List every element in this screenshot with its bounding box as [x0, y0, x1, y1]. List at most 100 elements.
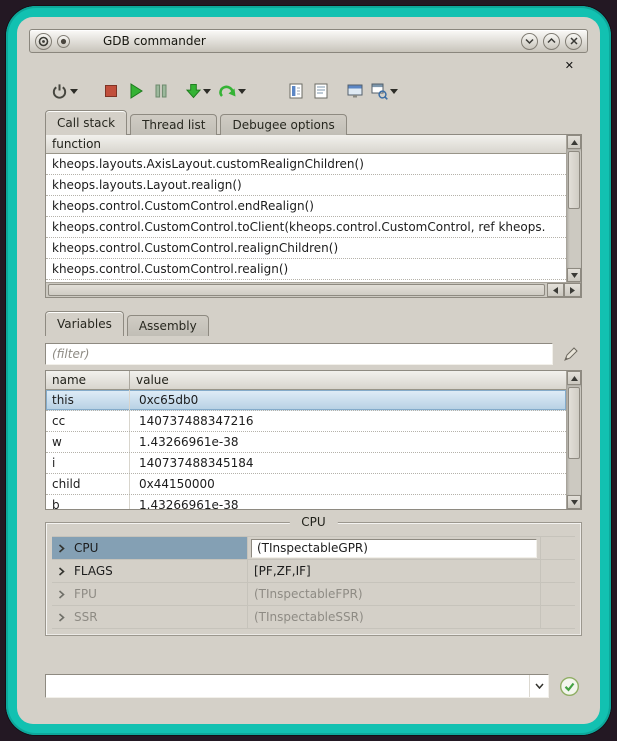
shade-button[interactable] — [521, 33, 538, 50]
power-button[interactable] — [49, 78, 80, 104]
cpu-inspector: CPU (TInspectableGPR) FLAGS [PF,ZF,IF] F… — [52, 536, 575, 629]
evaluate-dropdown[interactable] — [390, 89, 398, 94]
view-target-button[interactable] — [344, 78, 366, 104]
scroll-down-button[interactable] — [567, 268, 581, 282]
variable-name: this — [46, 390, 130, 410]
client-area: ✕ — [29, 57, 588, 712]
variable-row[interactable]: w 1.43266961e-38 — [46, 432, 566, 453]
tab-call-stack[interactable]: Call stack — [45, 110, 127, 135]
command-row — [45, 674, 582, 698]
chevron-down-icon — [525, 37, 534, 45]
filter-input[interactable] — [45, 343, 553, 365]
dock-close-button[interactable]: ✕ — [565, 59, 574, 74]
power-icon — [51, 83, 68, 100]
tab-variables[interactable]: Variables — [45, 311, 124, 336]
app-icon[interactable] — [35, 33, 52, 50]
cpu-row-name[interactable]: CPU — [70, 537, 248, 560]
step-over-button[interactable] — [216, 78, 248, 104]
scroll-up-button[interactable] — [567, 135, 581, 149]
callstack-row[interactable]: kheops.layouts.AxisLayout.customRealignC… — [46, 154, 566, 175]
scrollbar-track[interactable] — [567, 149, 581, 268]
variables-table: name value this 0xc65db0 cc 140737488347… — [46, 371, 566, 509]
callstack-row[interactable]: kheops.control.CustomControl.toClient(kh… — [46, 217, 566, 238]
variable-value: 0xc65db0 — [130, 390, 566, 410]
step-into-button[interactable] — [184, 78, 213, 104]
cpu-row-spacer — [541, 583, 575, 606]
variable-row[interactable]: child 0x44150000 — [46, 474, 566, 495]
expand-chevron-icon[interactable] — [52, 583, 70, 606]
evaluate-button[interactable] — [369, 78, 400, 104]
function-column-header[interactable]: function — [46, 135, 566, 154]
cpu-row-value: (TInspectableFPR) — [248, 583, 541, 606]
cpu-row-name[interactable]: FPU — [70, 583, 248, 606]
scrollbar-thumb[interactable] — [568, 151, 580, 209]
value-column-header[interactable]: value — [130, 371, 566, 390]
variable-row[interactable]: i 140737488345184 — [46, 453, 566, 474]
variable-value: 140737488347216 — [130, 411, 566, 431]
send-command-button[interactable] — [558, 675, 580, 697]
cpu-row-name[interactable]: SSR — [70, 606, 248, 629]
expand-chevron-icon[interactable] — [52, 606, 70, 629]
variable-name: i — [46, 453, 130, 473]
scroll-right-button[interactable] — [564, 283, 581, 297]
cpu-row-value: (TInspectableSSR) — [248, 606, 541, 629]
command-input[interactable] — [46, 675, 529, 697]
filter-edit-button[interactable] — [560, 343, 582, 365]
combo-dropdown-button[interactable] — [529, 675, 548, 697]
name-column-header[interactable]: name — [46, 371, 130, 390]
variable-value: 0x44150000 — [130, 474, 566, 494]
check-circle-icon — [559, 676, 580, 697]
dropdown-chevron-icon — [390, 89, 398, 94]
arrow-up-icon — [571, 140, 578, 145]
gdb-commander-window: GDB commander ✕ — [17, 17, 600, 724]
chevron-right-icon — [58, 567, 65, 576]
horizontal-scrollbar[interactable] — [46, 282, 581, 297]
vertical-scrollbar[interactable] — [566, 135, 581, 282]
cpu-value-text: (TInspectableSSR) — [251, 610, 367, 624]
step-over-dropdown[interactable] — [238, 89, 246, 94]
vertical-scrollbar[interactable] — [566, 371, 581, 509]
call-stack-rows: kheops.layouts.AxisLayout.customRealignC… — [46, 154, 566, 282]
expand-chevron-icon[interactable] — [52, 537, 70, 560]
gdb-command-combobox[interactable] — [45, 674, 549, 698]
arrow-left-icon — [553, 287, 558, 294]
scrollbar-thumb[interactable] — [48, 284, 545, 296]
close-button[interactable] — [565, 33, 582, 50]
tab-debugee-options[interactable]: Debugee options — [220, 114, 346, 135]
pin-icon[interactable] — [57, 35, 70, 48]
arrow-down-icon — [571, 500, 578, 505]
app-icon-glyph — [38, 36, 49, 47]
scroll-up-button[interactable] — [567, 371, 581, 385]
cpu-value-field[interactable]: (TInspectableGPR) — [251, 539, 537, 558]
tab-thread-list[interactable]: Thread list — [130, 114, 217, 135]
view-log-button[interactable] — [285, 78, 307, 104]
tab-assembly[interactable]: Assembly — [127, 315, 209, 336]
callstack-row[interactable]: kheops.control.CustomControl.realign() — [46, 259, 566, 280]
cpu-row-name[interactable]: FLAGS — [70, 560, 248, 583]
variable-value: 1.43266961e-38 — [130, 432, 566, 452]
scrollbar-track[interactable] — [567, 385, 581, 495]
callstack-row[interactable]: kheops.control.CustomControl.endRealign(… — [46, 196, 566, 217]
variable-row[interactable]: b 1.43266961e-38 — [46, 495, 566, 509]
expand-chevron-icon[interactable] — [52, 560, 70, 583]
pause-button[interactable] — [150, 78, 172, 104]
variable-row[interactable]: this 0xc65db0 — [46, 390, 566, 411]
variable-row[interactable]: cc 140737488347216 — [46, 411, 566, 432]
run-button[interactable] — [125, 78, 147, 104]
pin-icon-glyph — [60, 38, 67, 45]
callstack-row[interactable]: kheops.control.CustomControl.realignChil… — [46, 238, 566, 259]
view-output-button[interactable] — [310, 78, 332, 104]
titlebar[interactable]: GDB commander — [29, 29, 588, 53]
step-into-dropdown[interactable] — [203, 89, 211, 94]
power-dropdown[interactable] — [70, 89, 78, 94]
cpu-row-spacer — [541, 537, 575, 560]
stop-button[interactable] — [100, 78, 122, 104]
scroll-down-button[interactable] — [567, 495, 581, 509]
callstack-row[interactable]: kheops.layouts.Layout.realign() — [46, 175, 566, 196]
scroll-left-button[interactable] — [547, 283, 564, 297]
document-blue-icon — [289, 83, 303, 99]
scrollbar-thumb[interactable] — [568, 387, 580, 459]
variable-name: w — [46, 432, 130, 452]
maximize-button[interactable] — [543, 33, 560, 50]
step-over-icon — [218, 83, 236, 99]
